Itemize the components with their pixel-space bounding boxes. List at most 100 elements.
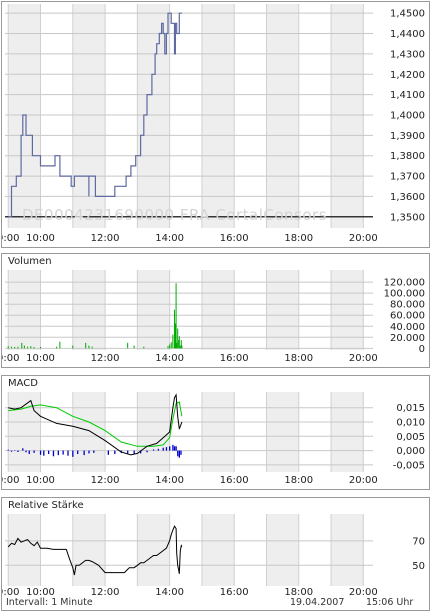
macd-hist-bar xyxy=(172,444,174,451)
rsi-panel: Relative Stärke 7050 9:0010:0012:0014:00… xyxy=(1,497,430,611)
x-tick-label: 14:00 xyxy=(155,475,184,486)
x-tick-label: 18:00 xyxy=(284,233,313,244)
volume-bar xyxy=(85,342,87,349)
time-band xyxy=(72,392,106,472)
interval-label: Intervall: 1 Minute xyxy=(6,597,93,608)
macd-chart xyxy=(5,392,373,472)
volume-bar xyxy=(56,346,58,349)
macd-hist-bar xyxy=(67,450,69,456)
macd-hist-bar xyxy=(28,450,30,454)
y-tick-label: 1,3700 xyxy=(390,172,425,183)
y-tick-label: 20.000 xyxy=(390,333,425,344)
time-band xyxy=(137,392,170,472)
y-tick-label: 80.000 xyxy=(390,300,425,311)
macd-hist-bar xyxy=(127,450,129,454)
price-y-axis: 1,4500 1,4400 1,4300 1,4200 1,4100 1,4000 1,39… xyxy=(390,9,425,224)
x-tick-label: 9:00 xyxy=(2,353,19,364)
macd-hist-bar xyxy=(33,450,35,453)
time-band xyxy=(266,392,299,472)
time-band xyxy=(201,392,235,472)
x-tick-label: 12:00 xyxy=(91,587,120,598)
x-tick-label: 20:00 xyxy=(349,475,378,486)
x-tick-label: 12:00 xyxy=(91,233,120,244)
macd-hist-bar xyxy=(175,446,177,451)
volume-bar xyxy=(176,342,178,349)
volume-bar xyxy=(40,346,42,349)
y-tick-label: 120.000 xyxy=(384,278,425,289)
time-band xyxy=(8,514,41,586)
macd-hist-bar xyxy=(169,446,171,451)
y-tick-label: 50 xyxy=(412,561,425,572)
macd-hist-bar xyxy=(25,450,27,453)
volume-bar xyxy=(21,342,23,349)
x-tick-label: 16:00 xyxy=(220,475,249,486)
rsi-title: Relative Stärke xyxy=(8,500,84,511)
volume-chart xyxy=(5,270,373,350)
y-tick-label: 0,010 xyxy=(396,418,425,429)
volume-bar xyxy=(181,345,183,349)
volume-bar xyxy=(23,345,25,349)
x-tick-label: 14:00 xyxy=(155,233,184,244)
macd-hist-bar xyxy=(17,450,19,452)
y-tick-label: 40.000 xyxy=(390,322,425,333)
volume-bar xyxy=(14,346,16,349)
footer-time: 15:06 Uhr xyxy=(366,597,414,608)
macd-hist-bar xyxy=(10,450,13,452)
y-tick-label: 1,4400 xyxy=(390,29,425,40)
volume-bar xyxy=(143,346,145,349)
volume-panel: Volumen 120.000 100.000 80.000 60.000 40.000… xyxy=(1,253,430,368)
macd-hist-bar xyxy=(152,449,155,451)
volume-x-axis: 9:00 10:00 12:00 14:00 16:00 18:00 20:00 xyxy=(2,353,378,364)
x-tick-label: 12:00 xyxy=(91,475,120,486)
price-plot xyxy=(5,4,373,228)
macd-hist-bar xyxy=(83,450,85,456)
price-x-axis: 9:00 10:00 12:00 14:00 16:00 18:00 20:00 xyxy=(2,233,378,244)
macd-panel: MACD 0,015 0,010 0,005 0,000 -0,005 9:00 10:0… xyxy=(1,375,430,490)
macd-hist-bar xyxy=(180,450,182,455)
x-tick-label: 20:00 xyxy=(349,233,378,244)
volume-bar xyxy=(27,346,29,349)
y-tick-label: 1,3900 xyxy=(390,131,425,142)
x-tick-label: 9:00 xyxy=(2,233,19,244)
x-tick-label: 18:00 xyxy=(284,353,313,364)
volume-bar xyxy=(170,342,172,349)
rsi-chart xyxy=(5,514,373,586)
volume-bar xyxy=(10,346,12,349)
time-band xyxy=(331,392,364,472)
macd-title: MACD xyxy=(8,378,38,389)
y-tick-label: 0,000 xyxy=(396,446,425,457)
volume-bar xyxy=(169,344,171,349)
macd-hist-bar xyxy=(133,450,135,454)
macd-hist-bar xyxy=(107,450,109,455)
macd-hist-bar xyxy=(114,450,116,454)
macd-hist-bar xyxy=(162,447,164,451)
macd-hist-bar xyxy=(7,449,9,451)
macd-hist-bar xyxy=(88,450,90,454)
price-chart xyxy=(5,4,373,228)
y-tick-label: 0,015 xyxy=(396,403,425,414)
y-tick-label: 1,3600 xyxy=(390,192,425,203)
volume-title: Volumen xyxy=(8,256,52,267)
macd-hist-bar xyxy=(57,450,59,456)
y-tick-label: 1,3500 xyxy=(390,212,425,223)
time-band xyxy=(331,514,364,586)
x-tick-label: 14:00 xyxy=(155,587,184,598)
watermark: DE0004231690000 FRA CortalConsors xyxy=(22,206,328,224)
time-band xyxy=(266,4,299,228)
macd-x-axis: 9:00 10:00 12:00 14:00 16:00 18:00 20:00 xyxy=(2,475,378,486)
volume-bar xyxy=(17,346,19,349)
macd-hist-bar xyxy=(47,450,50,454)
y-tick-label: 1,4000 xyxy=(390,110,425,121)
time-band xyxy=(201,514,235,586)
volume-bar xyxy=(7,346,9,349)
y-tick-label: 1,4100 xyxy=(390,90,425,101)
macd-hist-bar xyxy=(62,450,64,455)
macd-hist-bar xyxy=(39,450,42,455)
y-tick-label: 1,4300 xyxy=(390,49,425,60)
macd-hist-bar xyxy=(146,450,148,453)
volume-bar xyxy=(127,342,129,349)
macd-hist-bar xyxy=(157,448,160,451)
x-tick-label: 10:00 xyxy=(26,353,55,364)
volume-plot xyxy=(5,270,373,350)
macd-hist-bar xyxy=(72,450,74,457)
